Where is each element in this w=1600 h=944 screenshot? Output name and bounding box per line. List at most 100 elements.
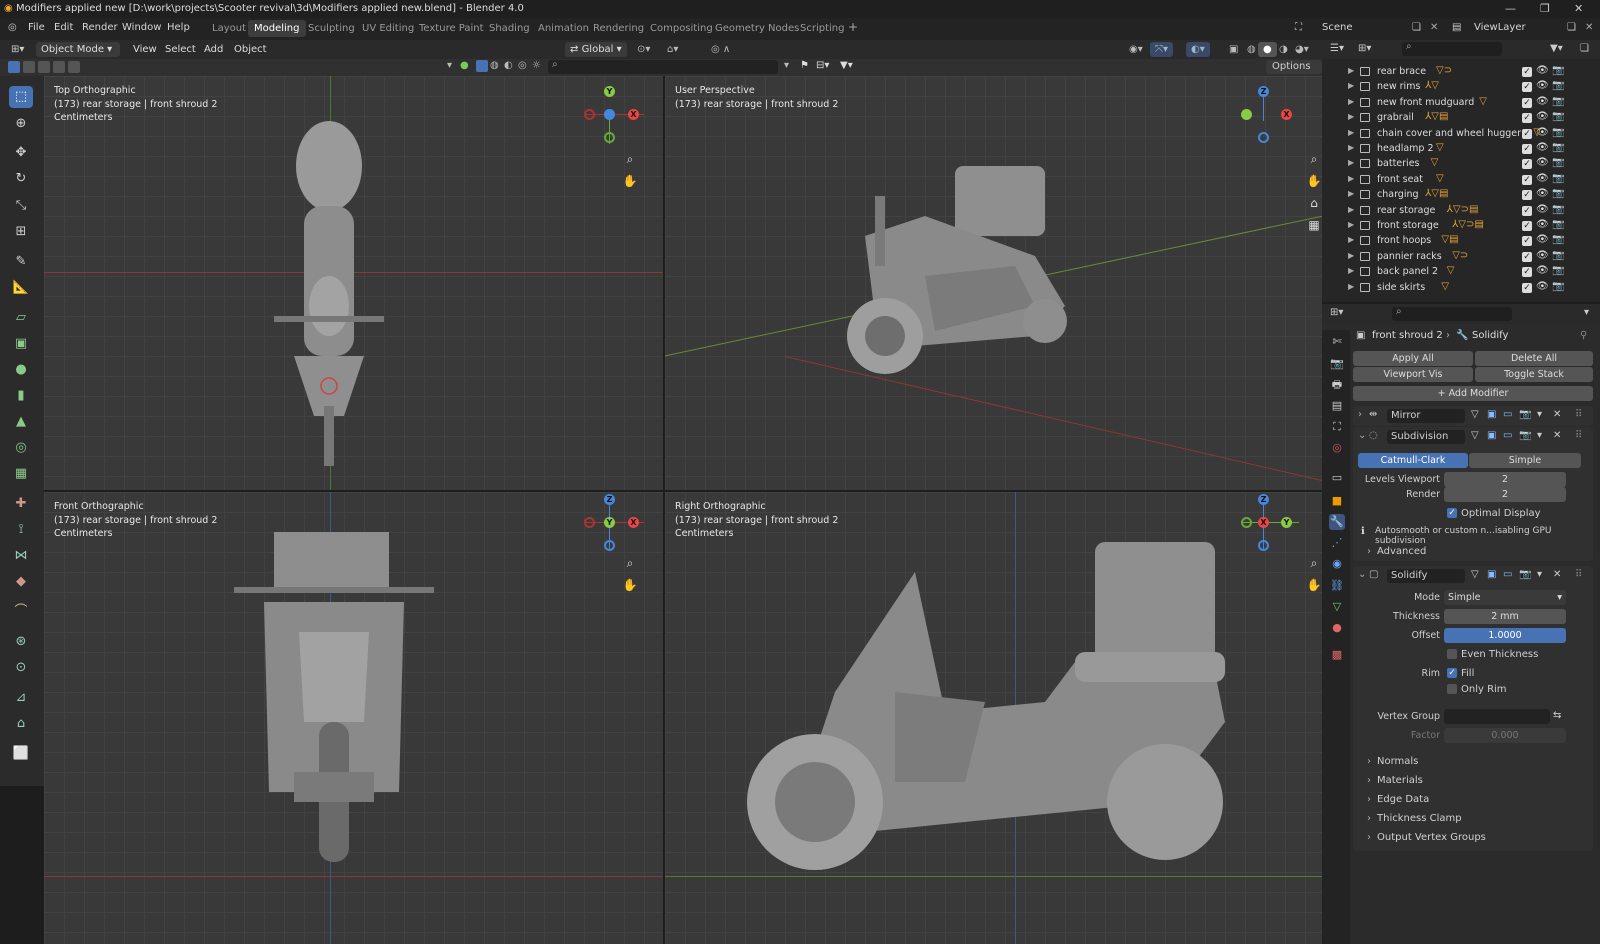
edit-mode-toggle-icon[interactable]: ▽ (1471, 409, 1479, 420)
select-mode-subtract-icon[interactable] (38, 61, 50, 73)
add-armature-icon[interactable]: ⟟ (9, 519, 33, 541)
exclude-checkbox[interactable]: ✓ (1522, 128, 1532, 139)
zoom-icon[interactable]: ⌕ (621, 150, 639, 168)
remove-modifier-icon[interactable]: ✕ (1553, 430, 1561, 441)
even-thickness-checkbox[interactable] (1447, 649, 1457, 659)
pan-hand-icon[interactable]: ✋ (1305, 576, 1322, 594)
material-tab-icon[interactable]: ● (1329, 620, 1345, 636)
render-camera-icon[interactable]: 📷 (1552, 265, 1564, 276)
pin-icon[interactable]: ⚲ (1580, 330, 1587, 341)
add-text-icon[interactable]: ⊙ (9, 657, 33, 679)
optimal-display-checkbox[interactable]: ✓ (1447, 508, 1457, 518)
visibility-eye-icon[interactable]: 👁 (1536, 234, 1549, 245)
axis-neg-y-icon[interactable] (1241, 517, 1252, 528)
menu-object[interactable]: Object (229, 42, 272, 57)
show-in-editmode-icon[interactable]: ▣ (1487, 569, 1496, 580)
overlays-icon[interactable]: ◐▾ (1186, 42, 1210, 57)
workspace-tab-layout[interactable]: Layout (206, 20, 252, 37)
workspace-tab-geometry-nodes[interactable]: Geometry Nodes (709, 20, 805, 37)
render-camera-icon[interactable]: 📷 (1552, 80, 1564, 91)
add-curve-icon[interactable]: ⌒ (9, 601, 33, 623)
axis-z-icon[interactable]: Z (1258, 86, 1269, 97)
subpanel-label[interactable]: Edge Data (1377, 794, 1429, 805)
menu-select[interactable]: Select (160, 42, 201, 57)
blender-menu-icon[interactable]: ◎ (8, 22, 17, 33)
particles-tab-icon[interactable]: ⋰ (1329, 535, 1345, 551)
axis-y-icon[interactable]: Y (604, 86, 615, 97)
expand-arrow-icon[interactable]: ▶ (1348, 235, 1354, 244)
render-camera-icon[interactable]: 📷 (1552, 111, 1564, 122)
world-tab-icon[interactable]: ◎ (1329, 440, 1345, 456)
axis-y-icon[interactable]: Y (604, 517, 615, 528)
modifier-dropdown-icon[interactable]: ▾ (1537, 409, 1542, 420)
scene-icon[interactable]: ⛶ (1295, 22, 1302, 33)
search-options-icon[interactable]: ▾ (784, 60, 789, 71)
object-tab-icon[interactable]: ■ (1329, 493, 1345, 509)
pan-hand-icon[interactable]: ✋ (621, 576, 639, 594)
viewport-search-input[interactable]: ⌕ (548, 59, 778, 74)
mode-dropdown[interactable]: Object Mode ▾ (36, 42, 120, 57)
axis-y-icon[interactable] (1241, 109, 1252, 120)
data-tab-icon[interactable]: ▽ (1329, 599, 1345, 615)
delete-all-button[interactable]: Delete All (1475, 351, 1593, 366)
viewport-front[interactable]: Front Orthographic (173) rear storage | f… (44, 492, 663, 944)
outliner-item[interactable]: ▶ rear brace ✓ 👁 📷 ▽⊃ (1322, 64, 1600, 80)
axis-x-icon[interactable]: X (1258, 517, 1269, 528)
axis-x-icon[interactable]: X (628, 109, 639, 120)
only-rim-checkbox[interactable] (1447, 684, 1457, 694)
fill-checkbox[interactable]: ✓ (1447, 668, 1457, 678)
axis-z-icon[interactable] (604, 109, 615, 120)
show-viewport-icon[interactable]: ▭ (1503, 409, 1512, 420)
add-plane-icon[interactable]: ▱ (9, 307, 33, 329)
perspective-toggle-icon[interactable]: ▦ (1305, 216, 1322, 234)
new-view-layer-icon[interactable]: ❏ (1567, 22, 1576, 33)
add-workspace-icon[interactable]: + (848, 20, 858, 34)
outliner-item[interactable]: ▶ back panel 2 ✓ 👁 📷 ▽ (1322, 264, 1600, 280)
render-camera-icon[interactable]: 📷 (1552, 234, 1564, 245)
subpanel-label[interactable]: Materials (1377, 775, 1423, 786)
subpanel-chevron-icon[interactable]: › (1367, 775, 1371, 786)
show-render-icon[interactable]: 📷 (1519, 569, 1531, 580)
select-mode-new-icon[interactable] (8, 61, 20, 73)
modifier-dropdown-icon[interactable]: ▾ (1537, 569, 1542, 580)
render-tab-icon[interactable]: 📷 (1329, 356, 1345, 372)
axis-neg-z-icon[interactable] (1258, 540, 1269, 551)
constraints-tab-icon[interactable]: ⛓ (1329, 578, 1345, 594)
add-metaball-icon[interactable]: ⊛ (9, 631, 33, 653)
expand-arrow-icon[interactable]: ▶ (1348, 66, 1354, 75)
menu-window[interactable]: Window (122, 22, 161, 33)
expand-arrow-icon[interactable]: ▶ (1348, 112, 1354, 121)
visibility-eye-icon[interactable]: 👁 (1536, 219, 1549, 230)
tool-tab-icon[interactable]: ✄ (1329, 334, 1345, 350)
new-collection-icon[interactable]: ❏ (1580, 43, 1589, 54)
levels-viewport-field[interactable]: 2 (1444, 472, 1566, 487)
outliner-item[interactable]: ▶ grabrail ✓ 👁 📷 ⅄▽▤ (1322, 110, 1600, 126)
menu-add[interactable]: Add (199, 42, 228, 57)
zoom-icon[interactable]: ⌕ (1305, 554, 1322, 572)
render-camera-icon[interactable]: 📷 (1552, 250, 1564, 261)
close-icon[interactable]: ✕ (1574, 0, 1583, 18)
pan-hand-icon[interactable]: ✋ (1305, 172, 1322, 190)
outliner-item[interactable]: ▶ new front mudguard ✓ 👁 📷 ▽ (1322, 95, 1600, 111)
subpanel-chevron-icon[interactable]: › (1367, 813, 1371, 824)
menu-edit[interactable]: Edit (54, 22, 73, 33)
render-camera-icon[interactable]: 📷 (1552, 188, 1564, 199)
remove-view-layer-icon[interactable]: ✕ (1585, 22, 1593, 33)
visibility-eye-icon[interactable]: 👁 (1536, 250, 1549, 261)
add-speaker-icon[interactable]: ⊿ (9, 687, 33, 709)
visibility-eye-icon[interactable]: 👁 (1536, 173, 1549, 184)
expand-arrow-icon[interactable]: ▶ (1348, 97, 1354, 106)
workspace-tab-scripting[interactable]: Scripting (794, 20, 850, 37)
show-render-icon[interactable]: 📷 (1519, 430, 1531, 441)
collapse-chevron-icon[interactable]: ⌄ (1358, 569, 1366, 580)
outliner-item[interactable]: ▶ side skirts ✓ 👁 📷 ▽ (1322, 280, 1600, 296)
rotate-tool-icon[interactable]: ↻ (9, 168, 33, 190)
workspace-tab-compositing[interactable]: Compositing (644, 20, 719, 37)
view-layer-icon[interactable]: ▤ (1452, 22, 1461, 33)
exclude-checkbox[interactable]: ✓ (1522, 282, 1532, 293)
snap-icon[interactable]: ⌂▾ (662, 42, 683, 57)
subpanel-chevron-icon[interactable]: › (1367, 832, 1371, 843)
view-image-icon[interactable]: ◎ (518, 60, 527, 71)
remove-modifier-icon[interactable]: ✕ (1553, 569, 1561, 580)
axis-neg-z-icon[interactable] (1258, 132, 1269, 143)
